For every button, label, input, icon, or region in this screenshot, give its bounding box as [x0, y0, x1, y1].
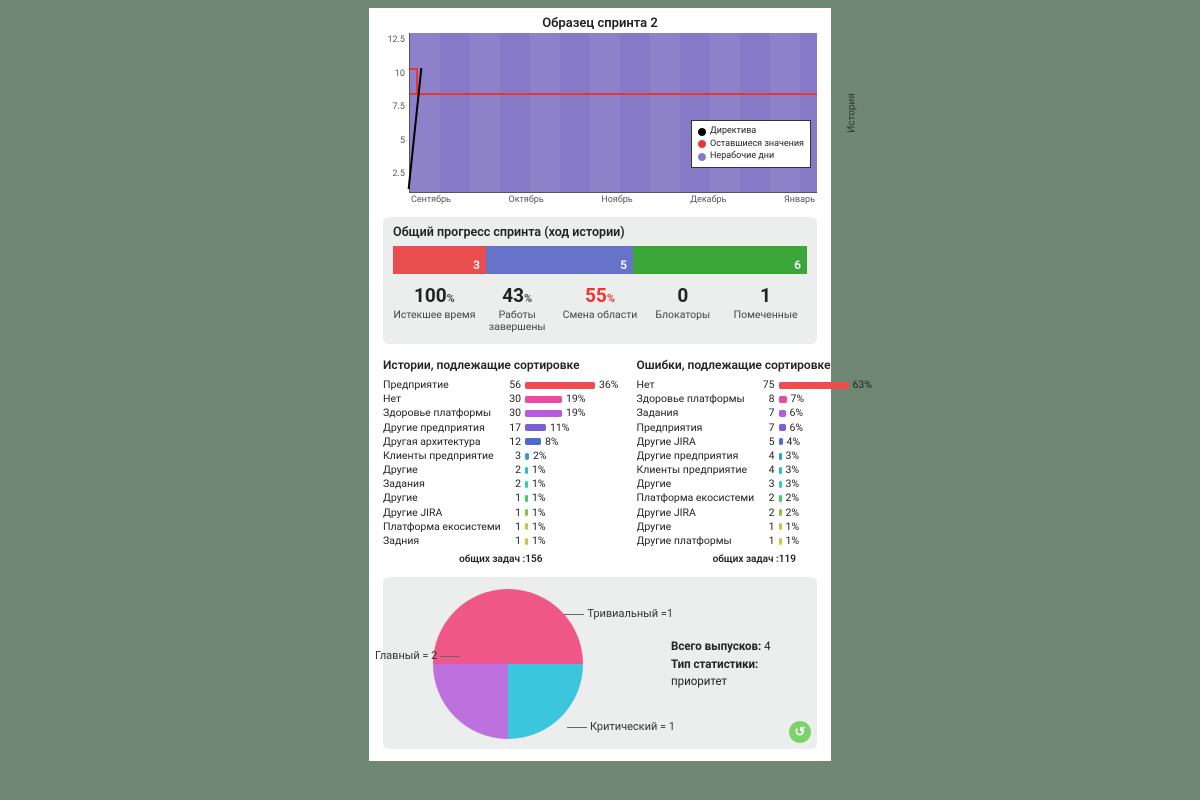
progress-segment: 5 — [486, 246, 633, 274]
stories-list: Истории, подлежащие сортировке Предприят… — [383, 358, 619, 565]
y-tick: 5 — [400, 136, 405, 146]
list-item: Другие предприятия43% — [637, 449, 873, 463]
progress-stat: 1Помеченные — [724, 284, 807, 332]
list-item: Другие платформы11% — [637, 534, 873, 548]
pie-callout-critical: Критический = 1 — [567, 720, 675, 733]
pie-graphic — [433, 589, 583, 739]
legend-label: Директива — [710, 125, 756, 138]
burndown-legend: Директива Оставшиеся значения Нерабочие … — [691, 120, 811, 168]
bugs-total: общих задач :119 — [637, 554, 873, 565]
list-item: Другие JIRA54% — [637, 435, 873, 449]
y-tick: 7.5 — [393, 102, 406, 112]
list-item: Платформа екосистеми11% — [383, 520, 619, 534]
sprint-progress-panel: Общий прогресс спринта (ход истории) 356… — [383, 217, 817, 344]
dashboard-card: Образец спринта 2 12.5 10 7.5 5 2.5 Дире… — [369, 8, 831, 761]
x-tick: Декабрь — [690, 195, 726, 205]
list-item: Нет3019% — [383, 392, 619, 406]
legend-dot-icon — [698, 128, 706, 136]
progress-bar: 356 — [393, 246, 807, 274]
burndown-y-label: История — [847, 93, 858, 133]
stories-title: Истории, подлежащие сортировке — [383, 358, 619, 372]
x-tick: Ноябрь — [601, 195, 632, 205]
list-item: Здоровье платформы3019% — [383, 406, 619, 420]
progress-stat: 43%Работы завершены — [476, 284, 559, 332]
legend-label: Нерабочие дни — [710, 150, 774, 163]
sortable-lists: Истории, подлежащие сортировке Предприят… — [383, 358, 817, 565]
list-item: Другие11% — [637, 520, 873, 534]
list-item: Другие предприятия1711% — [383, 421, 619, 435]
list-item: Другие33% — [637, 477, 873, 491]
list-item: Другая архитектура128% — [383, 435, 619, 449]
burndown-plot-area: Директива Оставшиеся значения Нерабочие … — [409, 33, 817, 193]
pie-chart: Главный = 2 Тривиальный =1 Критический =… — [433, 589, 583, 739]
burndown-y-axis: 12.5 10 7.5 5 2.5 — [383, 33, 409, 193]
burndown-title: Образец спринта 2 — [383, 16, 817, 31]
legend-dot-icon — [698, 153, 706, 161]
list-item: Задния11% — [383, 534, 619, 548]
help-fab-icon[interactable]: ↺ — [789, 721, 811, 743]
x-tick: Январь — [784, 195, 815, 205]
x-tick: Сентябрь — [411, 195, 451, 205]
list-item: Задания21% — [383, 477, 619, 491]
legend-dot-icon — [698, 140, 706, 148]
pie-panel: Главный = 2 Тривиальный =1 Критический =… — [383, 577, 817, 749]
list-item: Клиенты предприятие43% — [637, 463, 873, 477]
burndown-chart: 12.5 10 7.5 5 2.5 Директива Оставшиеся з… — [383, 33, 817, 193]
list-item: Платформа екосистеми22% — [637, 491, 873, 505]
y-tick: 12.5 — [387, 35, 405, 45]
progress-stat: 0Блокаторы — [641, 284, 724, 332]
pie-callout-main: Главный = 2 — [375, 649, 460, 662]
y-tick: 10 — [395, 69, 405, 79]
progress-stat: 100%Истекшее время — [393, 284, 476, 332]
remaining-line — [410, 93, 817, 95]
list-item: Клиенты предприятие32% — [383, 449, 619, 463]
list-item: Другие JIRA11% — [383, 506, 619, 520]
sprint-progress-title: Общий прогресс спринта (ход истории) — [393, 225, 807, 240]
directive-line — [408, 68, 423, 189]
burndown-x-axis: Сентябрь Октябрь Ноябрь Декабрь Январь — [409, 193, 817, 205]
stories-total: общих задач :156 — [383, 554, 619, 565]
list-item: Предприятия76% — [637, 421, 873, 435]
list-item: Задания76% — [637, 406, 873, 420]
progress-stat: 55%Смена области — [559, 284, 642, 332]
list-item: Нет7563% — [637, 378, 873, 392]
list-item: Здоровье платформы87% — [637, 392, 873, 406]
progress-stats: 100%Истекшее время43%Работы завершены55%… — [393, 284, 807, 332]
y-tick: 2.5 — [393, 169, 406, 179]
progress-segment: 3 — [393, 246, 486, 274]
bugs-list: Ошибки, подлежащие сортировке Нет7563%Зд… — [637, 358, 873, 565]
x-tick: Октябрь — [509, 195, 544, 205]
list-item: Предприятие5636% — [383, 378, 619, 392]
pie-info: Всего выпусков: 4 Тип статистики: приори… — [671, 638, 807, 690]
list-item: Другие11% — [383, 491, 619, 505]
list-item: Другие21% — [383, 463, 619, 477]
progress-segment: 6 — [633, 246, 807, 274]
legend-label: Оставшиеся значения — [710, 138, 804, 151]
pie-callout-trivial: Тривиальный =1 — [564, 607, 673, 620]
bugs-title: Ошибки, подлежащие сортировке — [637, 358, 873, 372]
list-item: Другие JIRA22% — [637, 506, 873, 520]
